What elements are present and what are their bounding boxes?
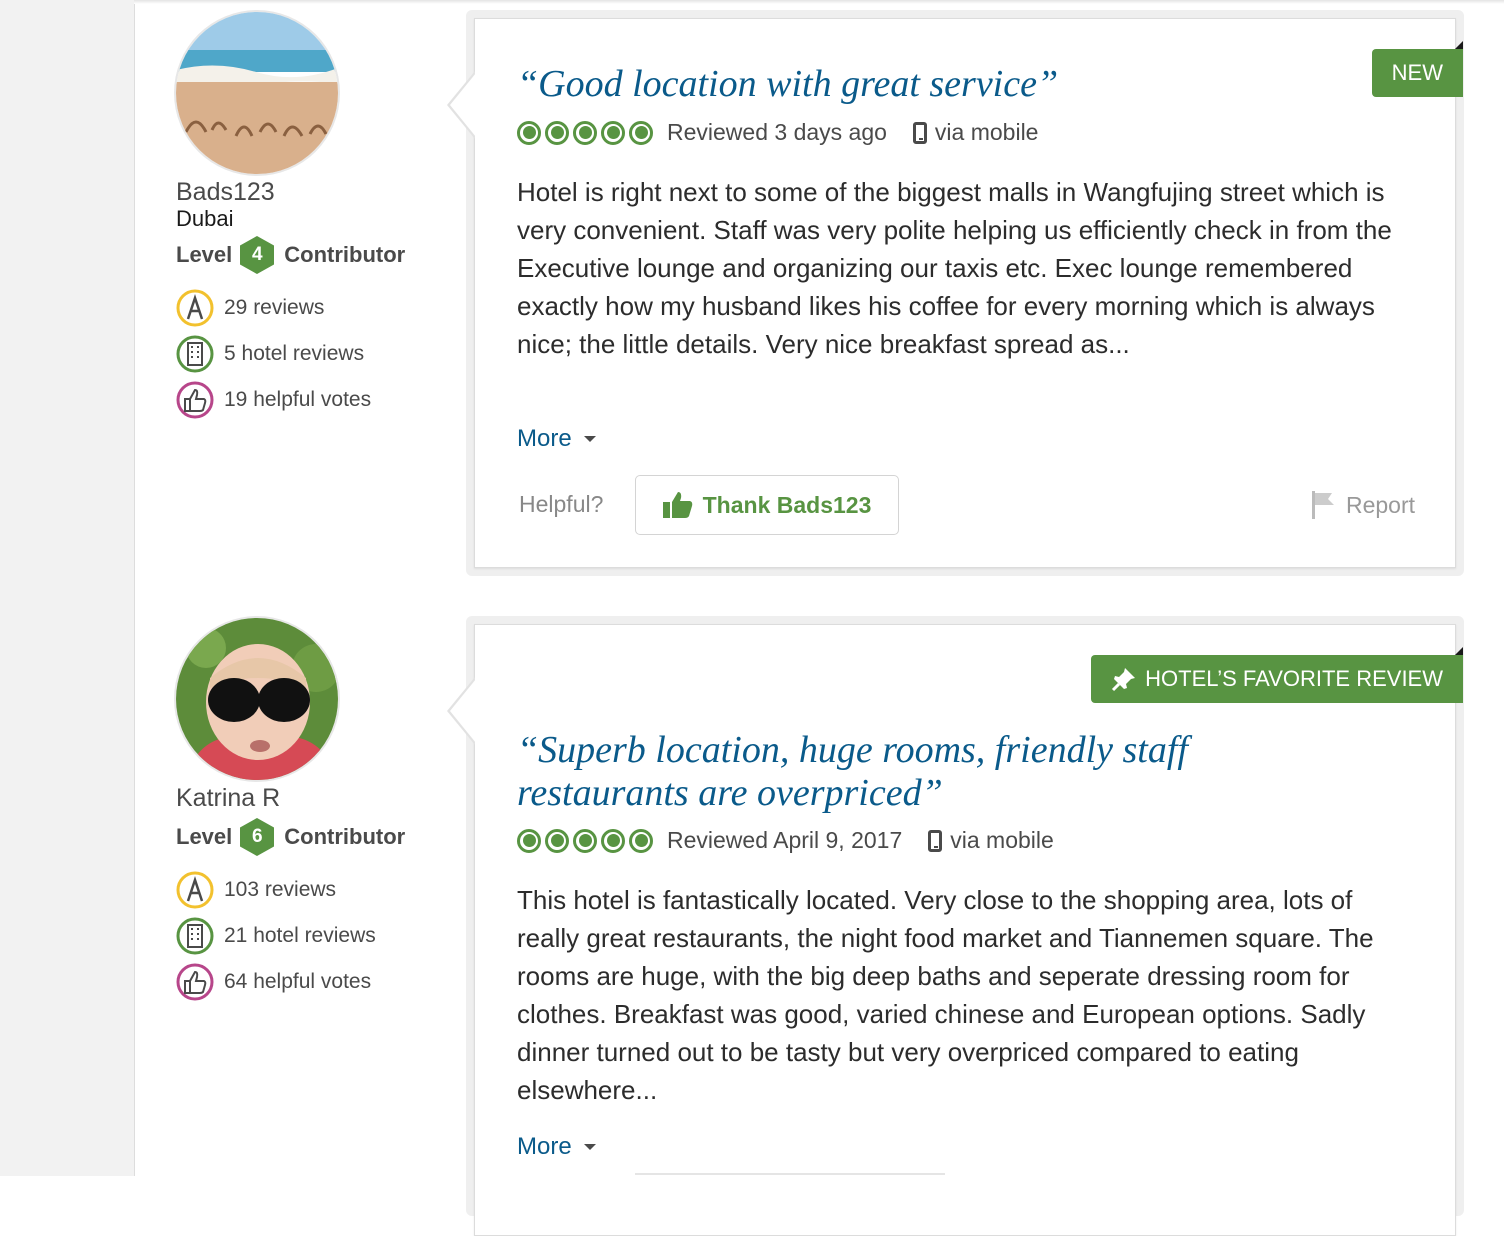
- reviews-pen-icon: [176, 871, 214, 909]
- helpful-votes-count: 19 helpful votes: [224, 388, 372, 411]
- favorite-label: HOTEL’S FAVORITE REVIEW: [1145, 666, 1443, 691]
- more-link[interactable]: More: [517, 425, 596, 453]
- level-badge-icon: 6: [240, 818, 275, 856]
- stat-helpful-votes: 64 helpful votes: [176, 962, 371, 1002]
- reviewer-location: Dubai: [176, 206, 234, 231]
- reviewer-name[interactable]: Katrina R: [176, 784, 280, 813]
- review-card-body: HOTEL’S FAVORITE REVIEW “Superb location…: [447, 624, 1463, 1236]
- review-meta: Reviewed April 9, 2017 via mobile: [517, 827, 1054, 854]
- level-suffix: Contributor: [284, 242, 406, 267]
- review-card-body: NEW “Good location with great service” R…: [447, 18, 1464, 568]
- hotel-reviews-count: 5 hotel reviews: [224, 342, 365, 365]
- beach-holiday-photo-icon: [176, 12, 338, 174]
- rating-bubble-icon: [517, 828, 541, 853]
- review-text: Hotel is right next to some of the bigge…: [517, 177, 1392, 359]
- review-date: Reviewed 3 days ago: [667, 119, 887, 145]
- mobile-phone-icon: [912, 121, 927, 144]
- rating-bubble-icon: [601, 120, 625, 145]
- rating-bubble-icon: [573, 828, 597, 853]
- report-label: Report: [1345, 491, 1415, 518]
- review-meta: Reviewed 3 days ago via mobile: [517, 119, 1038, 146]
- rating-bubble-icon: [545, 120, 569, 145]
- bubble-rating: [517, 120, 657, 145]
- stat-reviews: 29 reviews: [176, 288, 324, 328]
- reviews-count: 29 reviews: [224, 296, 325, 319]
- stat-hotel-reviews: 5 hotel reviews: [176, 334, 364, 374]
- new-badge: NEW: [1371, 41, 1464, 97]
- review-text: This hotel is fantastically located. Ver…: [517, 885, 1374, 1105]
- hotel-building-icon: [176, 335, 214, 373]
- card-pointer: [447, 71, 476, 139]
- more-link[interactable]: More: [517, 1133, 596, 1161]
- pushpin-icon: [1112, 668, 1136, 692]
- stat-hotel-reviews: 21 hotel reviews: [176, 916, 376, 956]
- reviewer-info-2: Katrina R Level 6 Contributor 103 review…: [176, 618, 436, 1018]
- flag-icon: [1311, 491, 1334, 519]
- top-divider: [134, 0, 1504, 4]
- avatar[interactable]: [176, 12, 338, 174]
- rating-bubble-icon: [629, 120, 653, 145]
- contributor-level: Level 6 Contributor: [176, 818, 405, 856]
- review-title-line: “Superb location, huge rooms, friendly s…: [517, 729, 1188, 771]
- reviews-count: 103 reviews: [224, 878, 337, 901]
- child-sunglasses-photo-icon: [176, 618, 338, 780]
- rating-bubble-icon: [573, 120, 597, 145]
- avatar[interactable]: [176, 618, 338, 780]
- more-label: More: [517, 1133, 572, 1160]
- hotel-building-icon: [176, 917, 214, 955]
- hotels-favorite-badge: HOTEL’S FAVORITE REVIEW: [1091, 647, 1463, 703]
- level-prefix: Level: [176, 824, 233, 849]
- helpful-votes-thumb-icon: [176, 381, 214, 419]
- helpful-votes-count: 64 helpful votes: [224, 970, 372, 993]
- rating-bubble-icon: [601, 828, 625, 853]
- review-title[interactable]: “Superb location, huge rooms, friendly s…: [517, 729, 1188, 815]
- review-title[interactable]: “Good location with great service”: [517, 63, 1058, 106]
- caret-down-icon: [583, 436, 596, 442]
- caret-down-icon: [583, 1144, 596, 1150]
- stat-helpful-votes: 19 helpful votes: [176, 380, 371, 420]
- bubble-rating: [517, 828, 657, 853]
- via-mobile: via mobile: [934, 119, 1039, 145]
- level-suffix: Contributor: [284, 824, 406, 849]
- level-number: 6: [251, 826, 263, 847]
- rating-bubble-icon: [629, 828, 653, 853]
- left-margin-strip: [0, 0, 135, 1176]
- level-prefix: Level: [176, 242, 233, 267]
- rating-bubble-icon: [517, 120, 541, 145]
- thank-reviewer-button[interactable]: Thank Bads123: [635, 475, 899, 535]
- more-label: More: [517, 425, 572, 452]
- helpful-label: Helpful?: [519, 491, 604, 517]
- review-title-line: restaurants are overpriced”: [517, 772, 943, 814]
- level-number: 4: [251, 244, 263, 265]
- card-pointer: [447, 677, 476, 745]
- reviews-pen-icon: [176, 289, 214, 327]
- thumbs-up-icon: [662, 492, 692, 518]
- level-badge-icon: 4: [240, 236, 275, 274]
- rating-bubble-icon: [545, 828, 569, 853]
- reviewer-info-1: Bads123 Dubai Level 4 Contributor 29 rev…: [176, 12, 436, 432]
- review-card-1: NEW “Good location with great service” R…: [447, 10, 1464, 576]
- stat-reviews: 103 reviews: [176, 870, 336, 910]
- reviewer-name[interactable]: Bads123: [176, 178, 275, 207]
- via-mobile: via mobile: [950, 827, 1054, 853]
- mobile-phone-icon: [928, 829, 943, 852]
- report-link[interactable]: Report: [1311, 491, 1415, 519]
- review-date: Reviewed April 9, 2017: [667, 827, 903, 853]
- review-card-2: HOTEL’S FAVORITE REVIEW “Superb location…: [447, 616, 1464, 1236]
- helpful-votes-thumb-icon: [176, 963, 214, 1001]
- hotel-reviews-count: 21 hotel reviews: [224, 924, 376, 947]
- contributor-level: Level 4 Contributor: [176, 236, 405, 274]
- thank-label: Thank Bads123: [702, 491, 872, 518]
- thank-button-edge: [635, 1173, 945, 1175]
